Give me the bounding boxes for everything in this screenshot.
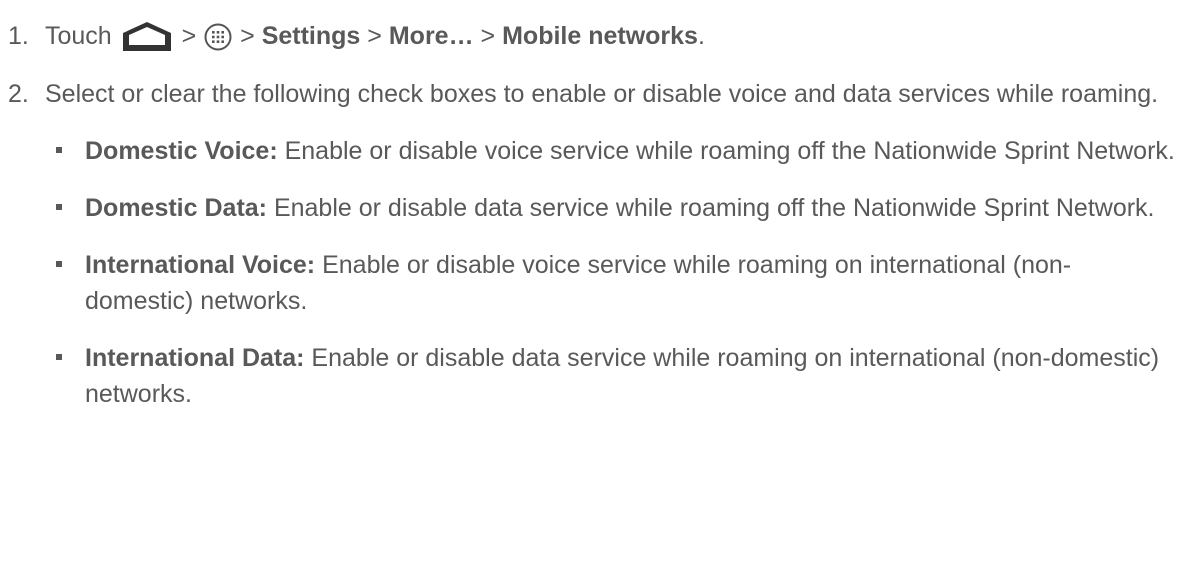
list-item-domestic-data: Domestic Data: Enable or disable data se… <box>8 190 1179 226</box>
step-2-text: Select or clear the following check boxe… <box>45 80 1159 109</box>
home-icon <box>119 20 175 54</box>
step-number: 1. <box>8 22 29 50</box>
bullet-icon <box>56 147 62 154</box>
separator: > <box>240 22 255 50</box>
option-label: Domestic Voice: <box>85 137 278 166</box>
more-menu-label: More… <box>388 22 474 50</box>
separator: > <box>181 22 197 50</box>
list-item-international-voice: International Voice: Enable or disable v… <box>8 247 1179 319</box>
bullet-icon <box>56 354 62 361</box>
option-description: Enable or disable data service while roa… <box>267 194 1155 223</box>
step-1-touch-text: Touch <box>45 22 112 50</box>
roaming-options-list: Domestic Voice: Enable or disable voice … <box>8 133 1179 412</box>
option-label: Domestic Data: <box>85 194 267 223</box>
option-label: International Voice: <box>85 251 316 280</box>
mobile-networks-menu-label: Mobile networks <box>502 22 698 50</box>
period: . <box>697 22 705 50</box>
instructions-page: 1. Touch > > Settings > More… > Mobile n… <box>0 0 1199 573</box>
bullet-icon <box>56 261 62 268</box>
step-1: 1. Touch > > Settings > More… > Mobile n… <box>8 18 1179 54</box>
list-item-international-data: International Data: Enable or disable da… <box>8 340 1179 412</box>
bullet-icon <box>56 204 62 211</box>
settings-menu-label: Settings <box>261 22 361 50</box>
option-label: International Data: <box>85 344 305 373</box>
separator: > <box>367 22 382 50</box>
apps-icon <box>203 22 233 52</box>
step-number: 2. <box>8 80 29 109</box>
option-description: Enable or disable voice service while ro… <box>277 137 1175 166</box>
list-item-domestic-voice: Domestic Voice: Enable or disable voice … <box>8 133 1179 169</box>
step-2: 2. Select or clear the following check b… <box>8 76 1179 112</box>
separator: > <box>480 22 496 50</box>
